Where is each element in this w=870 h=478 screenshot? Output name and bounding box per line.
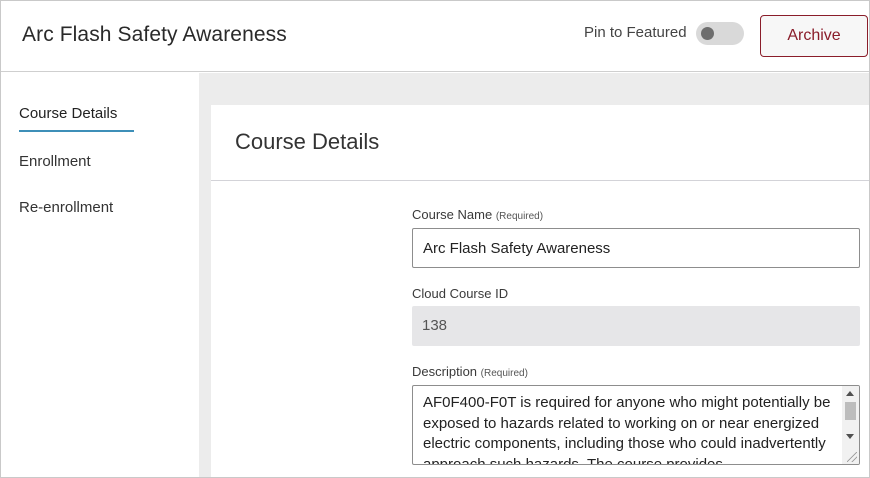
required-note: (Required) <box>495 211 544 222</box>
scroll-up-arrow-icon[interactable] <box>846 391 854 396</box>
section-title: Course Details <box>235 129 380 154</box>
toggle-knob <box>701 27 714 40</box>
page-header: Arc Flash Safety Awareness Pin to Featur… <box>1 1 869 72</box>
sidebar: Course Details Enrollment Re-enrollment <box>1 73 199 477</box>
active-tab-indicator <box>19 130 134 132</box>
required-note: (Required) <box>480 368 528 379</box>
pin-to-featured-label: Pin to Featured <box>584 24 687 41</box>
main-content: Course Details Course Name (Required) Cl… <box>199 73 869 477</box>
course-name-label: Course Name (Required) <box>412 207 543 222</box>
page-title: Arc Flash Safety Awareness <box>22 23 287 46</box>
sidebar-item-course-details[interactable]: Course Details <box>19 105 117 122</box>
course-name-label-text: Course Name <box>412 207 493 222</box>
description-label: Description (Required) <box>412 364 528 379</box>
sidebar-item-enrollment[interactable]: Enrollment <box>19 153 91 170</box>
scroll-down-arrow-icon[interactable] <box>846 434 854 439</box>
cloud-course-id-field: 138 <box>412 306 860 346</box>
archive-button[interactable]: Archive <box>760 15 868 57</box>
description-textarea[interactable]: AF0F400-F0T is required for anyone who m… <box>412 385 860 465</box>
sidebar-item-re-enrollment[interactable]: Re-enrollment <box>19 199 113 216</box>
resize-grip-icon[interactable] <box>847 452 857 462</box>
cloud-course-id-label: Cloud Course ID <box>412 286 509 301</box>
app-window: Arc Flash Safety Awareness Pin to Featur… <box>0 0 870 478</box>
card-header: Course Details <box>211 105 869 181</box>
scroll-thumb[interactable] <box>845 402 856 420</box>
course-details-card: Course Details Course Name (Required) Cl… <box>211 105 869 477</box>
description-label-text: Description <box>412 364 478 379</box>
pin-to-featured-toggle[interactable] <box>696 22 744 45</box>
course-name-input[interactable] <box>412 228 860 268</box>
description-text: AF0F400-F0T is required for anyone who m… <box>423 394 831 465</box>
